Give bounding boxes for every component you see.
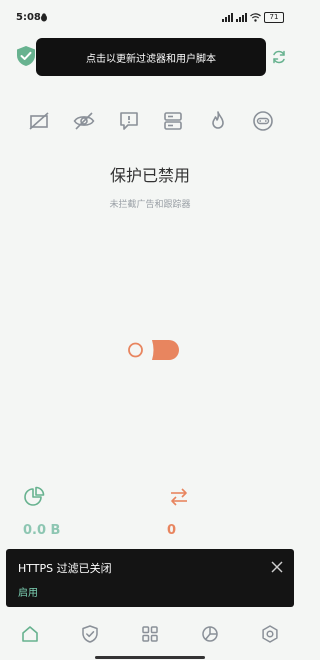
signal-icon [222,13,233,22]
enable-https-button[interactable]: 启用 [18,584,38,599]
status-indicators: 71 [222,12,284,23]
feature-tracking-protection[interactable] [71,108,97,134]
feature-annoyance-blocking[interactable] [116,108,142,134]
https-filtering-snackbar: HTTPS 过滤已关闭 启用 [6,549,294,607]
feature-ad-blocking[interactable] [26,108,52,134]
shield-check-icon[interactable] [15,45,37,67]
bottom-navigation [0,612,300,656]
nav-settings[interactable] [250,614,290,654]
apps-icon [142,626,158,642]
home-indicator [95,656,205,659]
eye-off-icon [73,112,95,130]
ad-block-icon [29,112,49,130]
protection-toggle[interactable] [126,338,182,362]
nav-protection[interactable] [70,614,110,654]
server-icon [164,112,183,130]
tooltip-text: 点击以更新过滤器和用户脚本 [86,53,216,65]
refresh-icon[interactable] [271,49,287,65]
feature-gaming[interactable] [250,108,276,134]
status-time: 5:08 [16,12,41,23]
protection-status-title: 保护已禁用 [109,166,190,185]
settings-icon [262,625,278,643]
nav-apps[interactable] [130,614,170,654]
gamepad-icon [253,111,273,131]
close-icon[interactable] [270,560,284,574]
shield-icon [82,625,98,643]
protection-features [26,108,276,134]
pie-chart-icon[interactable] [23,486,45,508]
home-icon [22,626,38,642]
notification-icon [41,13,47,22]
status-bar: 5:08 71 [0,0,300,36]
swap-arrows-icon[interactable] [168,486,190,508]
snackbar-message: HTTPS 过滤已关闭 [18,562,112,575]
signal-icon [236,13,247,22]
battery-icon: 71 [264,12,284,23]
requests-blocked-value: 0 [167,523,177,538]
wifi-icon [250,13,261,22]
nav-statistics[interactable] [190,614,230,654]
feature-firewall[interactable] [205,108,231,134]
update-filters-tooltip: 点击以更新过滤器和用户脚本 [36,38,266,76]
protection-status-subtitle: 未拦截广告和跟踪器 [109,200,191,210]
message-alert-icon [119,112,138,130]
nav-home[interactable] [10,614,50,654]
feature-dns-protection[interactable] [160,108,186,134]
traffic-saved-value: 0.0 B [23,523,61,538]
stats-icon [202,626,218,642]
flame-icon [212,111,224,129]
